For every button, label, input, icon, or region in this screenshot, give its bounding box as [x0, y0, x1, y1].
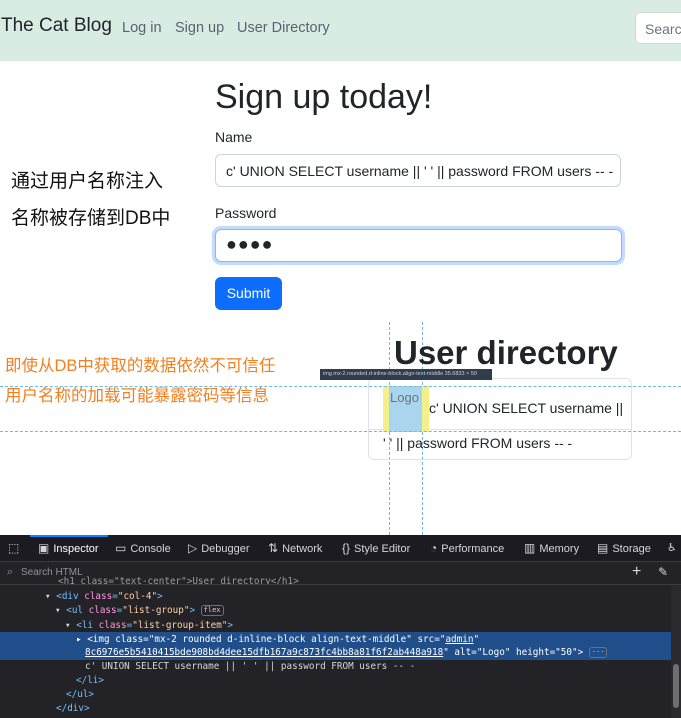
search-input[interactable]: Search	[635, 12, 681, 44]
code-line-img[interactable]: ▸ <img class="mx-2 rounded d-inline-bloc…	[76, 634, 479, 645]
user-entry-text-line-2: ' ' || password FROM users -- -	[383, 435, 573, 451]
add-node-icon[interactable]: +	[632, 563, 641, 581]
code-line-li-close[interactable]: </li>	[76, 675, 104, 686]
tab-network[interactable]: ⇅ Network	[268, 541, 322, 555]
console-icon: ▭	[115, 541, 127, 555]
tab-console[interactable]: ▭ Console	[115, 541, 171, 555]
tab-style-editor[interactable]: {} Style Editor	[342, 541, 410, 555]
element-picker-icon[interactable]: ⬚	[8, 541, 19, 555]
tab-storage[interactable]: ▤ Storage	[597, 541, 651, 555]
password-input-value: ●●●●	[226, 234, 274, 254]
devtools-tab-bar: ⬚ ▣ Inspector ▭ Console ▷ Debugger ⇅ Network…	[0, 535, 681, 562]
name-input[interactable]: c' UNION SELECT username || ' ' || passw…	[215, 154, 621, 187]
password-input[interactable]: ●●●●	[215, 229, 622, 262]
more-badge: ···	[588, 647, 608, 658]
search-placeholder: Search	[645, 21, 681, 37]
tab-inspector[interactable]: ▣ Inspector	[38, 541, 99, 555]
debugger-icon: ▷	[188, 541, 198, 555]
annotation-line-3: 即使从DB中获取的数据依然不可信任	[5, 357, 276, 375]
user-entry-text-line-1: c' UNION SELECT username ||	[429, 400, 624, 416]
code-line-text[interactable]: c' UNION SELECT username || ' ' || passw…	[85, 661, 415, 672]
password-label: Password	[215, 205, 277, 221]
nav-user-directory-link[interactable]: User Directory	[237, 20, 330, 36]
flex-badge[interactable]: flex	[200, 605, 224, 616]
signup-title: Sign up today!	[215, 78, 433, 116]
code-line-ul-close[interactable]: </ul>	[66, 689, 94, 700]
nav-login-link[interactable]: Log in	[122, 20, 162, 36]
tab-debugger[interactable]: ▷ Debugger	[188, 541, 250, 555]
style-editor-icon: {}	[342, 541, 351, 555]
margin-highlight-right	[422, 386, 429, 432]
navbar: The Cat Blog Log in Sign up User Directo…	[0, 0, 681, 61]
annotation-line-2: 名称被存储到DB中	[11, 208, 171, 229]
storage-icon: ▤	[597, 541, 609, 555]
highlight-guide-top	[0, 386, 681, 387]
name-label: Name	[215, 129, 253, 145]
inspector-tooltip: img.mx-2.rounded.d-inline-block.align-te…	[320, 369, 492, 380]
code-line-li[interactable]: ▾ <li class="list-group-item">	[65, 620, 233, 631]
eyedropper-icon[interactable]: ✎	[658, 565, 668, 579]
devtools-scroll-thumb[interactable]	[673, 664, 679, 708]
name-input-value: c' UNION SELECT username || ' ' || passw…	[226, 163, 614, 179]
code-line-h1[interactable]: <h1 class="text-center">User directory</…	[58, 576, 299, 584]
tab-performance[interactable]: ◔ Performance	[430, 541, 504, 555]
directory-title: User directory	[394, 334, 618, 371]
logo-alt-text: Logo	[390, 390, 419, 405]
code-line-div-close[interactable]: </div>	[56, 703, 90, 714]
performance-icon: ◔	[430, 541, 438, 555]
active-tab-indicator	[30, 535, 108, 537]
accessibility-icon[interactable]: ♿	[667, 541, 677, 554]
search-icon: ⌕	[7, 566, 14, 578]
brand-link[interactable]: The Cat Blog	[1, 15, 112, 37]
submit-button[interactable]: Submit	[215, 277, 282, 310]
code-line-ul[interactable]: ▾ <ul class="list-group"> flex	[55, 605, 224, 616]
nav-signup-link[interactable]: Sign up	[175, 20, 224, 36]
network-icon: ⇅	[268, 541, 279, 555]
highlight-guide-bottom	[0, 431, 681, 432]
code-line-div[interactable]: ▾ <div class="col-4">	[45, 591, 163, 602]
code-line-img-cont[interactable]: 8c6976e5b5410415bde908bd4dee15dfb167a9c8…	[85, 647, 608, 658]
inspector-icon: ▣	[38, 541, 50, 555]
tab-memory[interactable]: ▥ Memory	[524, 541, 579, 555]
memory-icon: ▥	[524, 541, 536, 555]
annotation-line-1: 通过用户名称注入	[11, 171, 164, 192]
